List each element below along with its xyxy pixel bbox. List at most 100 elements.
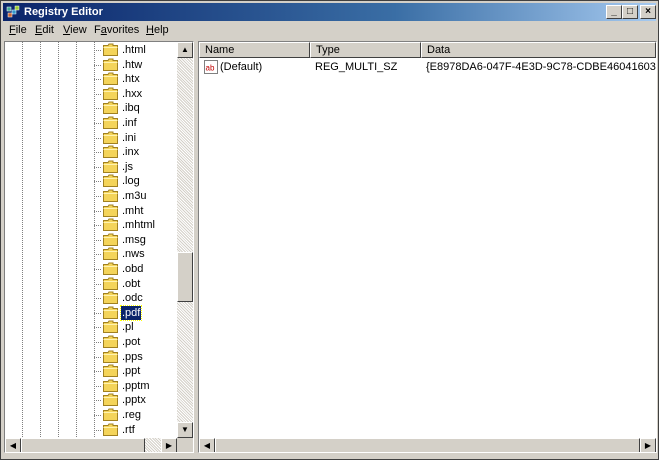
value-row[interactable]: ab (Default) REG_MULTI_SZ {E8978DA6-047F… — [199, 59, 656, 75]
tree-connector — [94, 385, 102, 387]
title-bar[interactable]: Registry Editor _ □ × — [3, 3, 656, 21]
tree-item[interactable]: .inx — [5, 144, 177, 160]
tree-horizontal-scroll-thumb[interactable] — [21, 438, 145, 452]
tree-item[interactable]: .pps — [5, 349, 177, 365]
tree-connector — [94, 312, 102, 314]
tree-item[interactable]: .nws — [5, 246, 177, 262]
tree-item-label: .pot — [122, 336, 141, 348]
tree-item-label: .htw — [122, 58, 143, 71]
tree-item-label: .ppt — [122, 365, 141, 378]
tree-connector — [94, 298, 102, 300]
tree-item[interactable]: .js — [5, 159, 177, 175]
menu-edit[interactable]: Edit — [35, 24, 54, 37]
tree-horizontal-scrollbar[interactable]: ◀ ▶ — [5, 438, 177, 452]
menu-help[interactable]: Help — [146, 24, 169, 37]
folder-icon — [103, 218, 118, 232]
tree-item[interactable]: .pl — [5, 319, 177, 335]
menu-file[interactable]: File — [9, 24, 27, 37]
tree-connector — [94, 196, 102, 197]
menu-view[interactable]: View — [63, 24, 87, 37]
scroll-right-button[interactable]: ▶ — [161, 438, 177, 452]
key-tree-pane[interactable]: .html .htw .htx .hxx .ibq .inf .ini .inx .js .log… — [4, 41, 194, 453]
svg-text:ab: ab — [206, 64, 215, 73]
tree-connector — [94, 50, 102, 51]
tree-item[interactable]: .ibq — [5, 100, 177, 116]
tree-item[interactable]: .htw — [5, 57, 177, 73]
tree-item-label: .mht — [122, 204, 144, 217]
tree-item-label: .ibq — [122, 102, 140, 115]
tree-connector — [94, 123, 102, 124]
tree-connector — [94, 254, 102, 256]
scrollbar-corner — [177, 438, 193, 452]
tree-item-label: .pptm — [122, 379, 150, 392]
tree-item[interactable]: .obt — [5, 276, 177, 292]
folder-icon — [103, 291, 118, 305]
folder-icon — [103, 393, 118, 407]
tree-item[interactable]: .pptx — [5, 392, 177, 408]
tree-item[interactable]: .mhtml — [5, 217, 177, 233]
column-header-type[interactable]: Type — [310, 42, 421, 58]
tree-connector — [94, 283, 102, 285]
folder-icon — [103, 72, 118, 86]
values-list-pane[interactable]: Name Type Data ab (Default) REG_MULTI_SZ… — [198, 41, 657, 453]
tree-connector — [94, 108, 102, 110]
tree-item-label: .inf — [122, 117, 137, 129]
tree-item[interactable]: .obd — [5, 261, 177, 277]
scroll-up-button[interactable]: ▲ — [177, 42, 193, 58]
tree-vertical-scrollbar[interactable]: ▲ ▼ — [177, 42, 193, 438]
tree-item-label: .pdf — [119, 304, 143, 321]
tree-item-label: .odc — [122, 292, 143, 305]
minimize-button[interactable]: _ — [606, 5, 622, 19]
string-value-icon: ab — [204, 60, 218, 74]
tree-item[interactable]: .pptm — [5, 378, 177, 394]
column-header-name[interactable]: Name — [199, 42, 310, 58]
tree-item-label: .inx — [122, 146, 140, 159]
folder-icon — [103, 58, 118, 71]
value-name: (Default) — [220, 61, 263, 73]
tree-item[interactable]: .mht — [5, 203, 177, 219]
scroll-right-button[interactable]: ▶ — [640, 438, 656, 452]
tree-item[interactable]: .hxx — [5, 86, 177, 102]
scroll-down-button[interactable]: ▼ — [177, 422, 193, 438]
folder-icon — [103, 174, 118, 188]
scroll-left-button[interactable]: ◀ — [199, 438, 215, 452]
menu-favorites[interactable]: Favorites — [94, 24, 139, 37]
tree-item[interactable]: .htx — [5, 71, 177, 87]
tree-item-label: .m3u — [122, 190, 147, 202]
column-header-data[interactable]: Data — [421, 42, 656, 58]
tree-item[interactable]: .pot — [5, 334, 177, 350]
folder-icon — [103, 262, 118, 275]
scroll-left-button[interactable]: ◀ — [5, 438, 21, 452]
tree-connector — [94, 269, 102, 270]
menu-bar: File Edit View Favorites Help — [3, 22, 656, 39]
tree-item[interactable]: .pdf — [5, 304, 177, 321]
tree-item[interactable]: .rtf — [5, 422, 177, 438]
folder-icon — [103, 350, 118, 363]
folder-icon — [103, 335, 118, 348]
tree-item[interactable]: .ppt — [5, 363, 177, 379]
tree-item[interactable]: .m3u — [5, 188, 177, 204]
tree-item[interactable]: .msg — [5, 232, 177, 248]
window-title: Registry Editor — [24, 6, 103, 18]
tree-connector — [94, 152, 102, 154]
tree-item-label: .log — [122, 175, 140, 188]
tree-item[interactable]: .html — [5, 42, 177, 58]
tree-connector — [94, 137, 102, 139]
folder-icon — [103, 233, 118, 246]
close-button[interactable]: × — [640, 5, 656, 19]
registry-editor-window: Registry Editor _ □ × File Edit View Fav… — [0, 0, 659, 460]
tree-item[interactable]: .odc — [5, 290, 177, 306]
tree-item-label: .ini — [122, 131, 137, 144]
list-horizontal-scroll-thumb[interactable] — [215, 438, 640, 452]
tree-item[interactable]: .ini — [5, 130, 177, 146]
tree-connector — [94, 79, 102, 81]
list-horizontal-scrollbar[interactable]: ◀ ▶ — [199, 438, 656, 452]
tree-item[interactable]: .inf — [5, 115, 177, 131]
tree-item-label: .pl — [122, 321, 134, 334]
folder-icon — [103, 247, 118, 261]
folder-icon — [103, 320, 118, 334]
tree-item[interactable]: .log — [5, 173, 177, 189]
tree-vertical-scroll-thumb[interactable] — [177, 252, 193, 302]
tree-item[interactable]: .reg — [5, 407, 177, 423]
maximize-button[interactable]: □ — [622, 5, 638, 19]
